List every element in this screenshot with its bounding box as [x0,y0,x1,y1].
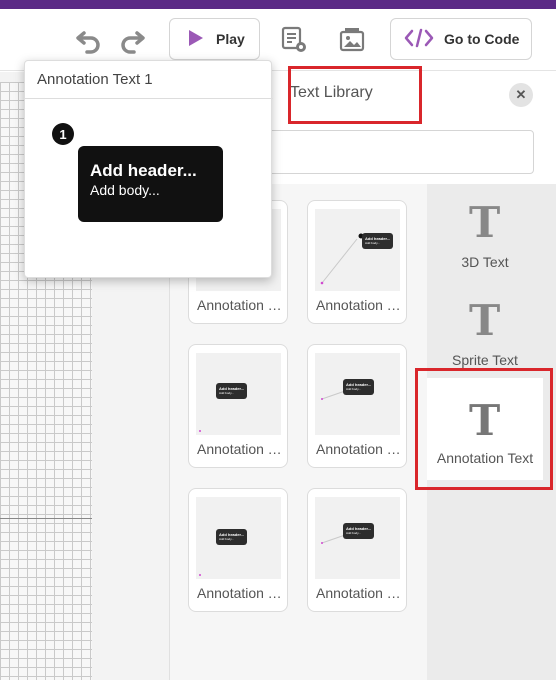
popover-divider [25,98,273,99]
item-label: Annotation Text 3 [197,441,283,457]
item-label: Annotation Text 5 [197,585,283,601]
mini-body: Add body... [219,391,234,395]
annotation-number-badge: 1 [52,123,74,145]
item-thumbnail: Add header... Add body... [315,353,400,435]
mini-body: Add body... [346,387,361,391]
item-label: Annotation Text 4 [316,441,402,457]
mini-annotation-box: Add header... Add body... [343,379,375,395]
category-label: Sprite Text [452,352,518,368]
item-card[interactable]: Add header... Add body... Annotation Tex… [307,200,407,324]
popover-title: Annotation Text 1 [37,71,153,88]
mini-body: Add body... [219,537,234,541]
annotation-header-text: Add header... [90,161,197,180]
annotation-preview-card: Add header... Add body... [78,146,223,222]
mini-annotation-box: Add header... Add body... [216,383,248,399]
category-highlight-box [415,368,553,490]
category-label: 3D Text [461,254,509,270]
sprite-text-icon: T [469,296,501,345]
code-icon [404,28,434,51]
mini-annotation-box: Add header... Add body... [343,523,375,539]
item-thumbnail: Add header... Add body... [315,209,400,291]
item-label: Annotation Text 2 [316,297,402,313]
close-panel-button[interactable]: ✕ [509,83,533,107]
top-accent-bar [0,0,556,9]
item-preview-popover: Annotation Text 1 1 Add header... Add bo… [24,60,273,278]
category-3d-text[interactable]: T 3D Text [427,196,543,290]
go-to-code-button[interactable]: Go to Code [390,18,532,60]
undo-icon[interactable] [72,23,106,57]
tab-highlight-box [288,66,422,124]
item-thumbnail: Add header... Add body... [196,497,281,579]
play-button[interactable]: Play [169,18,260,60]
item-thumbnail: Add header... Add body... [196,353,281,435]
annotation-body-text: Add body... [90,182,160,198]
go-to-code-label: Go to Code [444,31,520,47]
item-label: Annotation Text 6 [316,585,402,601]
item-card[interactable]: Add header... Add body... Annotation Tex… [307,488,407,612]
list-settings-icon[interactable] [277,23,311,57]
canvas-axis-line [0,518,92,519]
item-thumbnail: Add header... Add body... [315,497,400,579]
item-label: Annotation Text 1 [197,297,283,313]
3d-text-icon: T [469,198,501,247]
play-button-label: Play [216,31,245,47]
play-icon [188,29,204,50]
media-gallery-icon[interactable] [335,23,369,57]
mini-body: Add body... [346,531,361,535]
mini-body: Add body... [365,241,380,245]
item-card[interactable]: Add header... Add body... Annotation Tex… [188,488,288,612]
mini-annotation-box: Add header... Add body... [216,529,248,545]
search-input[interactable] [230,130,534,174]
item-card[interactable]: Add header... Add body... Annotation Tex… [188,344,288,468]
redo-icon[interactable] [115,23,149,57]
item-card[interactable]: Add header... Add body... Annotation Tex… [307,344,407,468]
mini-annotation-box: Add header... Add body... [362,233,394,249]
pointer-line-graphic [320,233,364,285]
category-sidebar: T 3D Text T Sprite Text T Annotation Tex… [415,184,556,680]
